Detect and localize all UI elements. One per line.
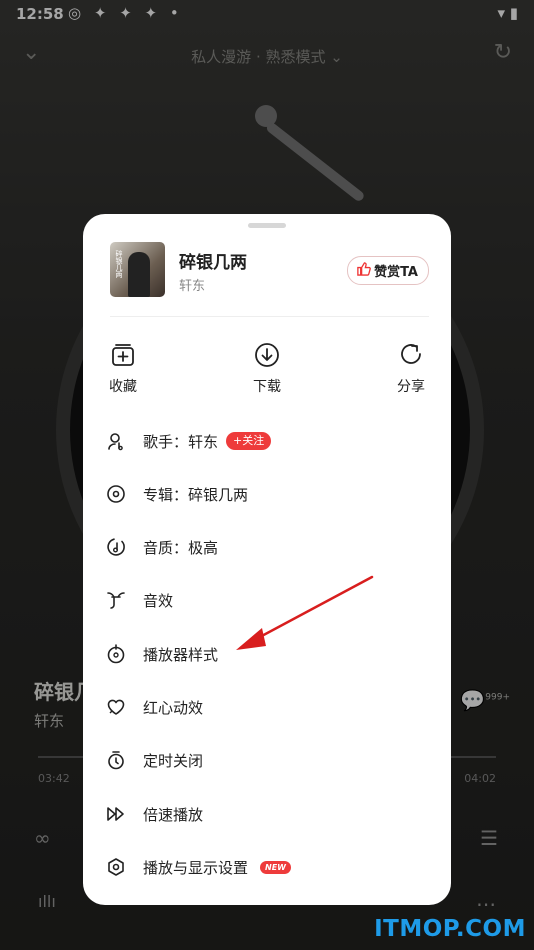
menu-item-display-settings[interactable]: 播放与显示设置 NEW: [105, 847, 429, 887]
menu-label-display-settings: 播放与显示设置: [143, 858, 249, 877]
menu-item-singer[interactable]: 歌手：轩东 +关注: [105, 421, 429, 461]
player-style-icon: [105, 643, 127, 665]
menu-item-heart-effect[interactable]: 红心动效: [105, 687, 429, 727]
menu-item-timer[interactable]: 定时关闭: [105, 740, 429, 780]
timer-icon: [105, 749, 127, 771]
cover-title-text: 碎银几两: [115, 250, 123, 278]
menu-label-heart-effect: 红心动效: [143, 698, 204, 717]
sheet-artist: 轩东: [179, 279, 206, 294]
menu-item-sound-effect[interactable]: 音效: [105, 580, 429, 620]
menu-item-album[interactable]: 专辑：碎银几两: [105, 474, 429, 514]
sheet-song-title: 碎银几两: [179, 253, 247, 273]
collect-button[interactable]: 收藏: [93, 342, 153, 396]
singer-icon: [105, 430, 127, 452]
menu-label-quality: 音质：极高: [143, 538, 219, 557]
heart-effect-icon: [105, 696, 127, 718]
tip-artist-button[interactable]: 赞赏TA: [347, 256, 429, 285]
menu-item-quality[interactable]: 音质：极高: [105, 527, 429, 567]
share-label: 分享: [397, 379, 425, 395]
speed-icon: [105, 803, 127, 825]
download-button[interactable]: 下载: [237, 342, 297, 396]
new-badge: NEW: [260, 860, 291, 874]
collect-label: 收藏: [109, 379, 137, 395]
download-label: 下载: [253, 379, 281, 395]
menu-item-player-style[interactable]: 播放器样式: [105, 634, 429, 674]
cover-figure: [128, 252, 150, 297]
share-icon: [401, 344, 421, 364]
menu-label-album: 专辑：碎银几两: [143, 485, 249, 504]
menu-label-player-style: 播放器样式: [143, 645, 219, 664]
sheet-drag-handle[interactable]: [248, 223, 286, 228]
add-collection-icon: [112, 344, 134, 366]
menu-label-singer: 歌手：轩东: [143, 432, 219, 451]
sound-effect-icon: [105, 589, 127, 611]
follow-button[interactable]: +关注: [226, 432, 272, 450]
menu-label-speed: 倍速播放: [143, 805, 204, 824]
sheet-divider: [110, 316, 429, 317]
menu-label-timer: 定时关闭: [143, 751, 204, 770]
album-icon: [105, 483, 127, 505]
menu-item-speed[interactable]: 倍速播放: [105, 794, 429, 834]
tip-label: 赞赏TA: [374, 265, 418, 280]
menu-label-sound-effect: 音效: [143, 591, 174, 610]
settings-icon: [105, 856, 127, 878]
download-icon: [255, 343, 279, 367]
share-button[interactable]: 分享: [381, 342, 441, 396]
song-options-sheet: 碎银几两 碎银几两 轩东 赞赏TA 收藏 下载 分享 歌手：轩东 +关注 专辑：…: [83, 214, 451, 905]
thumb-up-icon: [356, 261, 371, 280]
quality-icon: [105, 536, 127, 558]
album-cover: 碎银几两: [110, 242, 165, 297]
watermark: ITMOP.COM: [374, 916, 526, 942]
